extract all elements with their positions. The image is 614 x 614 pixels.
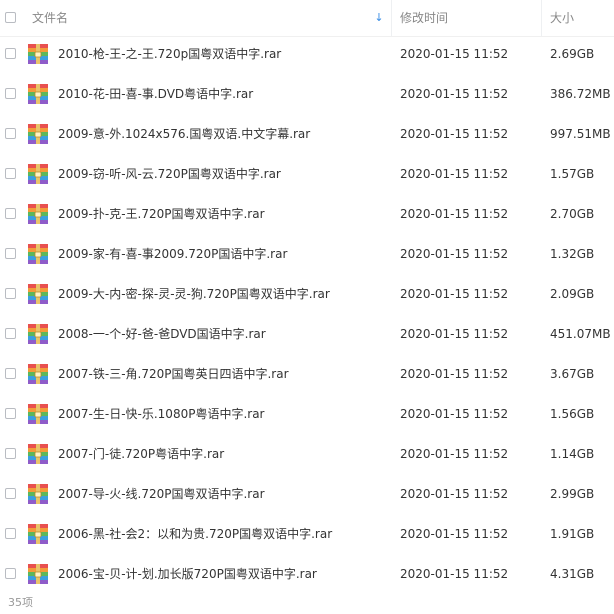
archive-icon xyxy=(28,244,48,264)
archive-icon xyxy=(28,364,48,384)
file-name[interactable]: 2006-黑-社-会2：以和为贵.720P国粤双语中字.rar xyxy=(58,514,332,554)
file-size: 2.99GB xyxy=(550,487,595,501)
file-size: 997.51MB xyxy=(550,127,611,141)
file-row[interactable]: 2009-扑-克-王.720P国粤双语中字.rar 2020-01-15 11:5… xyxy=(0,194,614,234)
file-size: 1.57GB xyxy=(550,167,595,181)
file-modified-time: 2020-01-15 11:52 xyxy=(400,567,509,581)
row-checkbox[interactable] xyxy=(5,128,16,139)
file-name[interactable]: 2009-意-外.1024x576.国粤双语.中文字幕.rar xyxy=(58,114,310,154)
file-list-window: 文件名 ↓ 修改时间 大小 2010-枪-王-之-王.720p国粤双语中字.ra… xyxy=(0,0,614,614)
file-size: 2.09GB xyxy=(550,287,595,301)
archive-icon xyxy=(28,564,48,584)
file-size: 451.07MB xyxy=(550,327,611,341)
row-checkbox[interactable] xyxy=(5,368,16,379)
row-checkbox[interactable] xyxy=(5,248,16,259)
archive-icon xyxy=(28,204,48,224)
file-name[interactable]: 2007-生-日-快-乐.1080P粤语中字.rar xyxy=(58,394,265,434)
file-row[interactable]: 2009-家-有-喜-事2009.720P国语中字.rar 2020-01-15 … xyxy=(0,234,614,274)
file-name[interactable]: 2006-宝-贝-计-划.加长版720P国粤双语中字.rar xyxy=(58,554,317,594)
file-row[interactable]: 2007-导-火-线.720P国粤双语中字.rar 2020-01-15 11:5… xyxy=(0,474,614,514)
file-name[interactable]: 2009-家-有-喜-事2009.720P国语中字.rar xyxy=(58,234,287,274)
file-size: 1.32GB xyxy=(550,247,595,261)
file-name[interactable]: 2007-导-火-线.720P国粤双语中字.rar xyxy=(58,474,265,514)
archive-icon xyxy=(28,164,48,184)
column-header-size[interactable]: 大小 xyxy=(550,0,574,36)
file-size: 1.56GB xyxy=(550,407,595,421)
file-row[interactable]: 2007-门-徒.720P粤语中字.rar 2020-01-15 11:52 1.1… xyxy=(0,434,614,474)
archive-icon xyxy=(28,84,48,104)
file-modified-time: 2020-01-15 11:52 xyxy=(400,167,509,181)
file-row[interactable]: 2008-一-个-好-爸-爸DVD国语中字.rar 2020-01-15 11:5… xyxy=(0,314,614,354)
column-header-modified-time[interactable]: 修改时间 xyxy=(400,0,448,36)
file-size: 386.72MB xyxy=(550,87,611,101)
file-modified-time: 2020-01-15 11:52 xyxy=(400,207,509,221)
file-modified-time: 2020-01-15 11:52 xyxy=(400,87,509,101)
file-row[interactable]: 2009-意-外.1024x576.国粤双语.中文字幕.rar 2020-01-1… xyxy=(0,114,614,154)
file-modified-time: 2020-01-15 11:52 xyxy=(400,127,509,141)
file-size: 4.31GB xyxy=(550,567,595,581)
row-checkbox[interactable] xyxy=(5,48,16,59)
archive-icon xyxy=(28,404,48,424)
file-name[interactable]: 2007-门-徒.720P粤语中字.rar xyxy=(58,434,224,474)
file-modified-time: 2020-01-15 11:52 xyxy=(400,487,509,501)
file-size: 1.91GB xyxy=(550,527,595,541)
file-row[interactable]: 2009-窃-听-风-云.720P国粤双语中字.rar 2020-01-15 11… xyxy=(0,154,614,194)
row-checkbox[interactable] xyxy=(5,288,16,299)
column-divider xyxy=(541,0,542,36)
archive-icon xyxy=(28,284,48,304)
row-checkbox[interactable] xyxy=(5,448,16,459)
file-list: 2010-枪-王-之-王.720p国粤双语中字.rar 2020-01-15 11… xyxy=(0,34,614,594)
file-size: 2.69GB xyxy=(550,47,595,61)
archive-icon xyxy=(28,524,48,544)
column-header-name[interactable]: 文件名 xyxy=(32,0,68,36)
item-count: 35项 xyxy=(8,596,33,609)
file-modified-time: 2020-01-15 11:52 xyxy=(400,47,509,61)
row-checkbox[interactable] xyxy=(5,528,16,539)
file-modified-time: 2020-01-15 11:52 xyxy=(400,367,509,381)
file-modified-time: 2020-01-15 11:52 xyxy=(400,247,509,261)
file-modified-time: 2020-01-15 11:52 xyxy=(400,407,509,421)
select-all-checkbox[interactable] xyxy=(5,12,16,23)
file-modified-time: 2020-01-15 11:52 xyxy=(400,447,509,461)
archive-icon xyxy=(28,324,48,344)
row-checkbox[interactable] xyxy=(5,88,16,99)
file-row[interactable]: 2007-生-日-快-乐.1080P粤语中字.rar 2020-01-15 11:… xyxy=(0,394,614,434)
sort-down-icon[interactable]: ↓ xyxy=(372,0,386,36)
archive-icon xyxy=(28,124,48,144)
file-size: 1.14GB xyxy=(550,447,595,461)
file-modified-time: 2020-01-15 11:52 xyxy=(400,287,509,301)
archive-icon xyxy=(28,484,48,504)
file-row[interactable]: 2010-花-田-喜-事.DVD粤语中字.rar 2020-01-15 11:52… xyxy=(0,74,614,114)
file-size: 3.67GB xyxy=(550,367,595,381)
row-checkbox[interactable] xyxy=(5,328,16,339)
file-row[interactable]: 2006-宝-贝-计-划.加长版720P国粤双语中字.rar 2020-01-15… xyxy=(0,554,614,594)
row-checkbox[interactable] xyxy=(5,208,16,219)
file-row[interactable]: 2009-大-内-密-探-灵-灵-狗.720P国粤双语中字.rar 2020-01… xyxy=(0,274,614,314)
row-checkbox[interactable] xyxy=(5,488,16,499)
file-row[interactable]: 2006-黑-社-会2：以和为贵.720P国粤双语中字.rar 2020-01-1… xyxy=(0,514,614,554)
archive-icon xyxy=(28,444,48,464)
file-name[interactable]: 2007-铁-三-角.720P国粤英日四语中字.rar xyxy=(58,354,289,394)
file-row[interactable]: 2007-铁-三-角.720P国粤英日四语中字.rar 2020-01-15 11… xyxy=(0,354,614,394)
row-checkbox[interactable] xyxy=(5,568,16,579)
file-modified-time: 2020-01-15 11:52 xyxy=(400,327,509,341)
row-checkbox[interactable] xyxy=(5,168,16,179)
file-list-header: 文件名 ↓ 修改时间 大小 xyxy=(0,0,614,37)
row-checkbox[interactable] xyxy=(5,408,16,419)
archive-icon xyxy=(28,44,48,64)
file-name[interactable]: 2008-一-个-好-爸-爸DVD国语中字.rar xyxy=(58,314,266,354)
file-name[interactable]: 2009-扑-克-王.720P国粤双语中字.rar xyxy=(58,194,265,234)
file-name[interactable]: 2009-窃-听-风-云.720P国粤双语中字.rar xyxy=(58,154,281,194)
file-modified-time: 2020-01-15 11:52 xyxy=(400,527,509,541)
column-divider xyxy=(391,0,392,36)
file-name[interactable]: 2009-大-内-密-探-灵-灵-狗.720P国粤双语中字.rar xyxy=(58,274,330,314)
file-name[interactable]: 2010-枪-王-之-王.720p国粤双语中字.rar xyxy=(58,34,281,74)
file-name[interactable]: 2010-花-田-喜-事.DVD粤语中字.rar xyxy=(58,74,253,114)
file-row[interactable]: 2010-枪-王-之-王.720p国粤双语中字.rar 2020-01-15 11… xyxy=(0,34,614,74)
file-size: 2.70GB xyxy=(550,207,595,221)
